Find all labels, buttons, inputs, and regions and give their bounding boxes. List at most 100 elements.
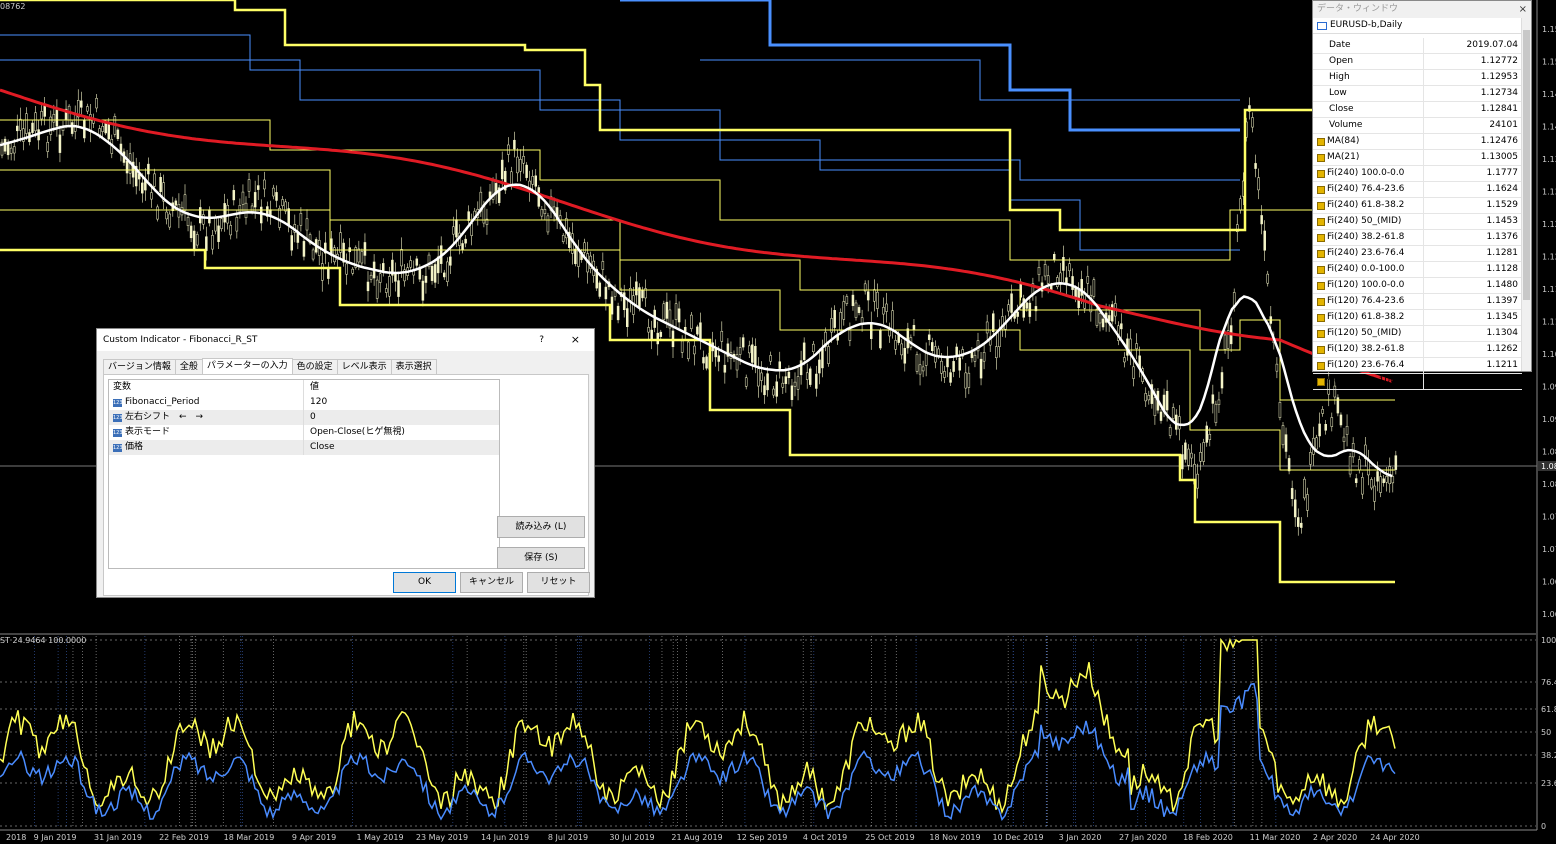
- date-label: 11 Mar 2020: [1250, 833, 1301, 842]
- candle-body: [741, 337, 745, 348]
- row-value: 1.1281: [1423, 246, 1522, 261]
- tab[interactable]: 全般: [174, 359, 203, 374]
- sub-axis-label: 61.8: [1541, 705, 1556, 714]
- data-window-row: High 1.12953: [1313, 70, 1522, 86]
- date-label: 14 Jun 2019: [481, 833, 529, 842]
- candle-body: [763, 385, 766, 396]
- close-icon[interactable]: ×: [1519, 1, 1527, 18]
- candle-body: [452, 226, 455, 235]
- row-label: Fi(120) 38.2-61.8: [1327, 344, 1405, 354]
- load-button[interactable]: 読み込み (L): [497, 516, 585, 538]
- price-axis-label: 1.08: [1542, 448, 1556, 457]
- row-value: 1.13005: [1423, 150, 1522, 165]
- indicator-icon: [1317, 377, 1325, 386]
- ok-button[interactable]: OK: [393, 572, 456, 593]
- parameter-value[interactable]: Open-Close(ヒゲ無視): [303, 425, 499, 440]
- candle-body: [150, 192, 153, 200]
- candle-body: [186, 217, 190, 226]
- indicator-icon: [1317, 345, 1325, 354]
- price-axis-label: 1.09: [1542, 415, 1556, 424]
- cancel-button[interactable]: キャンセル: [460, 572, 523, 593]
- price-axis-label: 1.11: [1542, 285, 1556, 294]
- parameter-row[interactable]: 123 表示モード Open-Close(ヒゲ無視): [109, 425, 499, 440]
- row-value: 1.12841: [1423, 102, 1522, 117]
- candle-body: [1153, 397, 1157, 416]
- tab[interactable]: パラメーターの入力: [201, 358, 293, 374]
- number-type-icon: 123: [113, 428, 123, 437]
- tab[interactable]: 表示選択: [390, 359, 437, 374]
- parameters-panel: 変数 値 123 Fibonacci_Period 120 123 左右シフト ← → 0…: [103, 374, 589, 596]
- row-value: 1.1529: [1423, 198, 1522, 213]
- save-button[interactable]: 保存 (S): [497, 547, 585, 569]
- candle-body: [189, 225, 193, 239]
- indicator-icon: [1317, 297, 1325, 306]
- parameter-row[interactable]: 123 Fibonacci_Period 120: [109, 395, 499, 410]
- candle-body: [1168, 427, 1172, 436]
- candle-body: [1300, 522, 1303, 528]
- candle-body: [821, 348, 824, 369]
- data-window-titlebar[interactable]: データ・ウィンドウ ×: [1313, 1, 1531, 18]
- column-header-name: 変数: [113, 382, 132, 392]
- candle-body: [443, 272, 446, 278]
- candle-body: [1339, 414, 1343, 426]
- reset-button[interactable]: リセット: [527, 572, 590, 593]
- candle-body: [1354, 478, 1358, 483]
- candle-body: [805, 372, 809, 380]
- candle-body: [25, 113, 28, 134]
- date-label: 24 Apr 2020: [1370, 833, 1419, 842]
- indicator-icon: [1317, 137, 1325, 146]
- dialog-titlebar[interactable]: Custom Indicator - Fibonacci_R_ST ? ×: [97, 329, 594, 351]
- indicator-icon: [1317, 169, 1325, 178]
- date-label: 1 May 2019: [356, 833, 403, 842]
- row-value: 1.1453: [1423, 214, 1522, 229]
- candle-body: [19, 118, 22, 131]
- parameter-row[interactable]: 123 左右シフト ← → 0: [109, 410, 499, 425]
- candle-body: [784, 376, 788, 384]
- candle-body: [6, 143, 10, 156]
- candle-body: [31, 122, 34, 133]
- candle-body: [1184, 442, 1187, 460]
- candle-body: [967, 372, 971, 388]
- candle-body: [125, 160, 129, 174]
- candle-body: [351, 268, 354, 274]
- candle-body: [397, 280, 400, 297]
- parameter-row[interactable]: 123 価格 Close: [109, 440, 499, 455]
- tab[interactable]: レベル表示: [336, 359, 392, 374]
- grid-header: 変数 値: [109, 380, 499, 395]
- candle-body: [665, 301, 669, 319]
- data-window-row: Fi(240) 50_(MID) 1.1453: [1313, 214, 1522, 230]
- candle-body: [842, 301, 846, 320]
- candle-body: [1046, 275, 1050, 284]
- price-axis-label: 1.09: [1542, 383, 1556, 392]
- candle-body: [1303, 478, 1306, 499]
- candle-body: [1358, 459, 1361, 470]
- candle-body: [714, 348, 717, 358]
- candle-body: [815, 373, 818, 389]
- tab[interactable]: 色の設定: [291, 359, 338, 374]
- indicator-icon: [1317, 185, 1325, 194]
- candle-body: [854, 302, 858, 318]
- help-icon[interactable]: ?: [539, 329, 544, 351]
- candle-body: [415, 258, 419, 266]
- data-window-scrollbar[interactable]: [1521, 18, 1531, 371]
- tab[interactable]: バージョン情報: [103, 359, 176, 374]
- parameter-value[interactable]: Close: [303, 440, 499, 455]
- row-label: Fi(240) 61.8-38.2: [1327, 200, 1405, 210]
- candle-body: [818, 359, 821, 374]
- candle-body: [1135, 343, 1138, 350]
- candle-body: [656, 332, 659, 345]
- parameter-value[interactable]: 120: [303, 395, 499, 410]
- close-icon[interactable]: ×: [571, 329, 580, 351]
- indicator-icon: [1317, 313, 1325, 322]
- scrollbar-thumb[interactable]: [1523, 30, 1530, 300]
- candle-body: [723, 364, 727, 373]
- candle-body: [906, 328, 910, 349]
- candle-body: [924, 353, 928, 366]
- parameter-value[interactable]: 0: [303, 410, 499, 425]
- sub-axis-label: 100: [1541, 636, 1556, 645]
- candle-body: [449, 256, 452, 266]
- candle-body: [400, 249, 403, 267]
- data-window-row: Close 1.12841: [1313, 102, 1522, 118]
- row-label: Fi(120) 50_(MID): [1327, 328, 1402, 338]
- candle-body: [510, 171, 513, 186]
